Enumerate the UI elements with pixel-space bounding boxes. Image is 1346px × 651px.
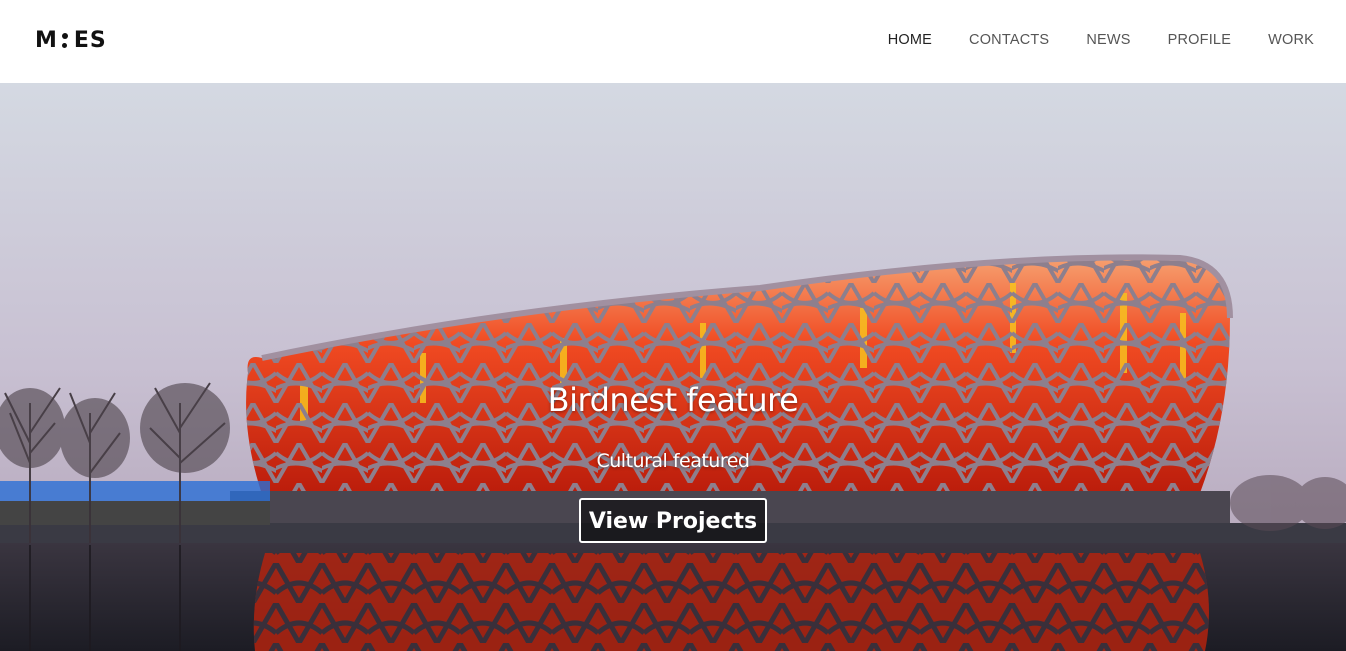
logo-letters-right: ES: [73, 27, 107, 53]
nav-home[interactable]: HOME: [888, 30, 932, 50]
site-header: M ES HOME CONTACTS NEWS PROFILE WORK: [0, 0, 1346, 83]
hero-overlay: Birdnest feature Cultural featured View …: [0, 83, 1346, 651]
main-nav: HOME CONTACTS NEWS PROFILE WORK: [888, 30, 1314, 50]
hero-section: Birdnest feature Cultural featured View …: [0, 83, 1346, 651]
nav-profile[interactable]: PROFILE: [1168, 30, 1231, 50]
logo[interactable]: M ES: [35, 27, 107, 53]
nav-contacts[interactable]: CONTACTS: [969, 30, 1049, 50]
nav-news[interactable]: NEWS: [1086, 30, 1130, 50]
logo-colon-icon: [61, 30, 68, 50]
nav-work[interactable]: WORK: [1268, 30, 1314, 50]
hero-subtitle: Cultural featured: [596, 450, 750, 472]
view-projects-button[interactable]: View Projects: [579, 498, 767, 543]
hero-title: Birdnest feature: [547, 381, 799, 419]
logo-letter-left: M: [35, 27, 58, 53]
